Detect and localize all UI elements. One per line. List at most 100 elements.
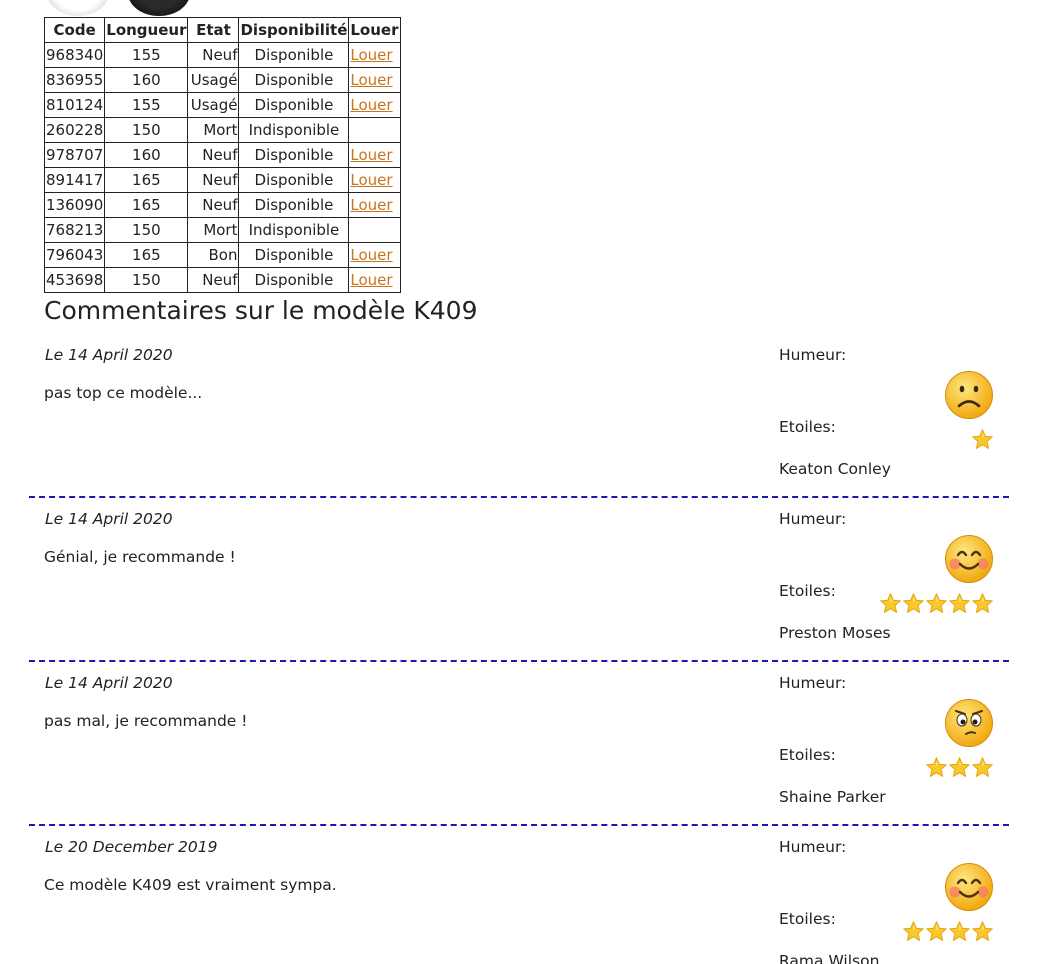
table-row: 968340 155 Neuf Disponible Louer (43, 42, 401, 68)
stars-label: Etoiles: (779, 746, 836, 764)
ski-image-black (128, 0, 190, 16)
cell-disponibilite: Indisponible (238, 217, 350, 243)
table-row: 453698 150 Neuf Disponible Louer (43, 267, 401, 293)
cell-disponibilite: Disponible (238, 192, 350, 218)
cell-code: 968340 (43, 42, 106, 68)
comment-date: Le 14 April 2020 (45, 674, 173, 692)
cell-code: 836955 (43, 67, 106, 93)
cell-etat: Neuf (187, 167, 240, 193)
ski-image-white (47, 0, 109, 16)
thinking-face-icon (944, 698, 994, 748)
happy-face-icon (944, 862, 994, 912)
cell-louer: Louer (348, 42, 401, 68)
cell-louer: Louer (348, 267, 401, 293)
mood-label: Humeur: (779, 346, 847, 364)
cell-disponibilite: Disponible (238, 142, 350, 168)
header-longueur: Longueur (104, 17, 189, 43)
louer-link[interactable]: Louer (350, 271, 392, 289)
cell-louer (348, 217, 401, 243)
star-icon (971, 428, 994, 451)
cell-etat: Mort (187, 117, 240, 143)
star-icon (948, 756, 971, 779)
comment-item: Le 20 December 2019 Ce modèle K409 est vr… (0, 832, 1044, 964)
star-rating (902, 920, 994, 944)
table-row: 836955 160 Usagé Disponible Louer (43, 67, 401, 93)
louer-link[interactable]: Louer (350, 46, 392, 64)
stars-label: Etoiles: (779, 582, 836, 600)
cell-louer: Louer (348, 92, 401, 118)
louer-link[interactable]: Louer (350, 196, 392, 214)
stars-label: Etoiles: (779, 418, 836, 436)
cell-etat: Neuf (187, 192, 240, 218)
comment-item: Le 14 April 2020 Génial, je recommande ! H… (0, 504, 1044, 668)
comment-author: Shaine Parker (779, 788, 886, 806)
comments-title: Commentaires sur le modèle K409 (44, 296, 478, 325)
table-row: 810124 155 Usagé Disponible Louer (43, 92, 401, 118)
cell-etat: Neuf (187, 267, 240, 293)
star-icon (971, 920, 994, 943)
comment-text: pas mal, je recommande ! (44, 712, 248, 730)
cell-etat: Neuf (187, 142, 240, 168)
louer-link[interactable]: Louer (350, 146, 392, 164)
louer-link[interactable]: Louer (350, 96, 392, 114)
cell-etat: Usagé (187, 67, 240, 93)
star-rating (971, 428, 994, 452)
cell-longueur: 160 (104, 67, 189, 93)
cell-longueur: 155 (104, 92, 189, 118)
comment-separator (29, 496, 1009, 498)
page: Code Longueur Etat Disponibilité Louer 9… (0, 0, 1044, 964)
header-louer: Louer (348, 17, 401, 43)
comment-author: Keaton Conley (779, 460, 891, 478)
star-icon (971, 756, 994, 779)
mood-label: Humeur: (779, 838, 847, 856)
comment-date: Le 14 April 2020 (45, 510, 173, 528)
happy-face-icon (944, 534, 994, 584)
stars-label: Etoiles: (779, 910, 836, 928)
header-disponibilite: Disponibilité (238, 17, 350, 43)
table-row: 768213 150 Mort Indisponible (43, 217, 401, 243)
cell-longueur: 165 (104, 192, 189, 218)
mood-label: Humeur: (779, 510, 847, 528)
table-row: 978707 160 Neuf Disponible Louer (43, 142, 401, 168)
comment-separator (29, 660, 1009, 662)
louer-link[interactable]: Louer (350, 246, 392, 264)
comment-date: Le 20 December 2019 (45, 838, 218, 856)
sad-face-icon (944, 370, 994, 420)
cell-code: 260228 (43, 117, 106, 143)
table-row: 260228 150 Mort Indisponible (43, 117, 401, 143)
star-icon (948, 592, 971, 615)
cell-etat: Usagé (187, 92, 240, 118)
cell-code: 796043 (43, 242, 106, 268)
cell-disponibilite: Disponible (238, 42, 350, 68)
star-icon (902, 592, 925, 615)
cell-louer: Louer (348, 142, 401, 168)
comment-text: pas top ce modèle... (44, 384, 203, 402)
cell-disponibilite: Disponible (238, 92, 350, 118)
table-header-row: Code Longueur Etat Disponibilité Louer (43, 17, 401, 43)
table-row: 796043 165 Bon Disponible Louer (43, 242, 401, 268)
cell-etat: Mort (187, 217, 240, 243)
cell-code: 768213 (43, 217, 106, 243)
cell-longueur: 165 (104, 167, 189, 193)
comment-author: Rama Wilson (779, 952, 880, 964)
star-icon (902, 920, 925, 943)
cell-etat: Neuf (187, 42, 240, 68)
cell-louer: Louer (348, 167, 401, 193)
ski-availability-table: Code Longueur Etat Disponibilité Louer 9… (43, 17, 401, 293)
comment-item: Le 14 April 2020 pas top ce modèle... Hume… (0, 340, 1044, 504)
star-rating (925, 756, 994, 780)
cell-code: 891417 (43, 167, 106, 193)
louer-link[interactable]: Louer (350, 171, 392, 189)
louer-link[interactable]: Louer (350, 71, 392, 89)
header-etat: Etat (187, 17, 240, 43)
star-rating (879, 592, 994, 616)
cell-disponibilite: Disponible (238, 242, 350, 268)
comment-item: Le 14 April 2020 pas mal, je recommande !… (0, 668, 1044, 832)
cell-longueur: 150 (104, 267, 189, 293)
cell-code: 453698 (43, 267, 106, 293)
cell-longueur: 150 (104, 217, 189, 243)
cell-longueur: 155 (104, 42, 189, 68)
header-code: Code (43, 17, 106, 43)
comment-text: Génial, je recommande ! (44, 548, 236, 566)
star-icon (925, 592, 948, 615)
